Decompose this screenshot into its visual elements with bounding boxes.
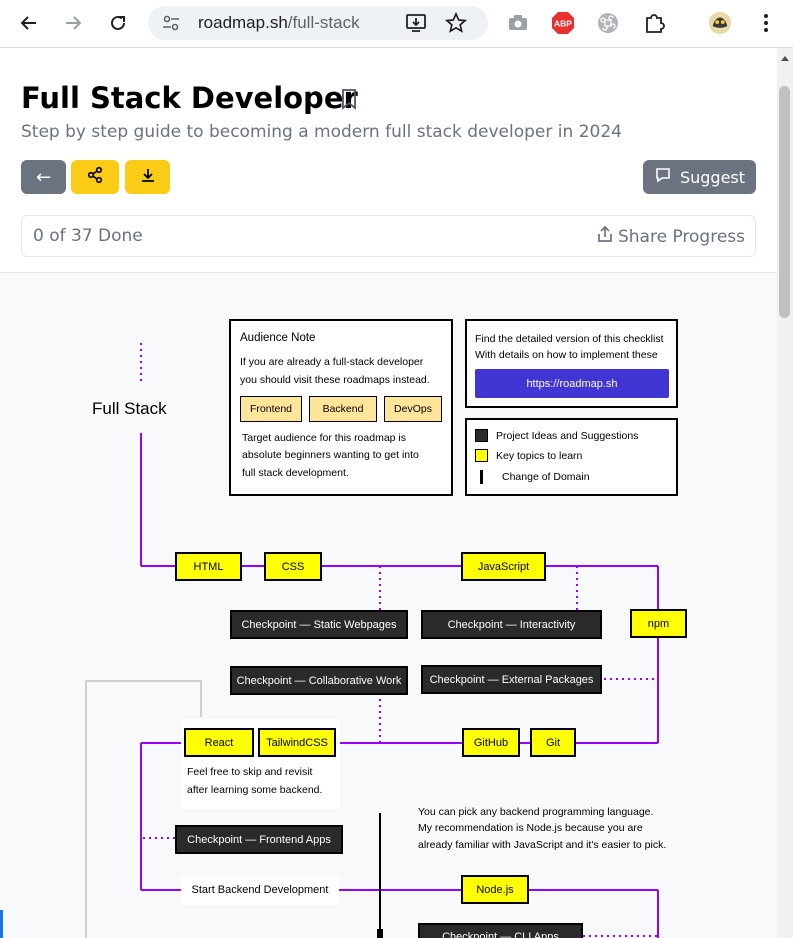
adblock-plus-icon[interactable]: ABP — [551, 11, 575, 35]
command-extension-icon[interactable] — [596, 11, 620, 35]
topic-css[interactable]: CSS — [264, 552, 322, 581]
legend-domain-change-label: Change of Domain — [502, 471, 590, 483]
topic-npm[interactable]: npm — [630, 609, 687, 638]
checkpoint-collaborative-work[interactable]: Checkpoint — Collaborative Work — [230, 666, 408, 695]
page-subtitle: Step by step guide to becoming a modern … — [21, 122, 622, 142]
topic-tailwindcss[interactable]: TailwindCSS — [258, 728, 336, 757]
roadmap-root-label: Full Stack — [92, 399, 167, 418]
audience-target-1: Target audience for this roadmap is — [242, 432, 407, 444]
address-bar[interactable]: roadmap.sh/full-stack — [148, 6, 488, 40]
profile-avatar-icon[interactable] — [708, 11, 732, 35]
back-button[interactable]: ← — [21, 160, 66, 194]
share-icon — [86, 166, 104, 188]
devops-roadmap-link[interactable]: DevOps — [384, 396, 442, 422]
frontend-roadmap-link[interactable]: Frontend — [240, 396, 302, 422]
audience-target-3: full stack development. — [242, 467, 349, 479]
topic-javascript[interactable]: JavaScript — [461, 552, 546, 581]
page-scrollbar[interactable] — [777, 48, 793, 938]
extensions-puzzle-icon[interactable] — [642, 11, 666, 35]
checkpoint-static-webpages[interactable]: Checkpoint — Static Webpages — [230, 610, 408, 639]
backend-lang-note-2: My recommendation is Node.js because you… — [418, 822, 643, 834]
page-title: Full Stack Developer — [21, 81, 358, 115]
checkpoint-frontend-apps[interactable]: Checkpoint — Frontend Apps — [175, 825, 343, 854]
checkpoint-external-packages[interactable]: Checkpoint — External Packages — [421, 665, 602, 694]
share-progress-button[interactable]: Share Progress — [597, 225, 745, 248]
legend-domain-change: Change of Domain — [480, 470, 590, 484]
audience-note-title: Audience Note — [240, 332, 316, 344]
browser-menu-icon[interactable] — [754, 11, 778, 35]
backend-roadmap-link[interactable]: Backend — [309, 396, 377, 422]
legend-key-topics-label: Key topics to learn — [496, 449, 583, 462]
back-arrow-icon[interactable] — [14, 9, 44, 37]
checkpoint-cli-apps[interactable]: Checkpoint — CLI Apps — [418, 923, 583, 938]
scrollbar-thumb[interactable] — [779, 86, 790, 318]
reload-icon[interactable] — [103, 9, 133, 37]
audience-note-intro-2: you should visit these roadmaps instead. — [240, 374, 430, 386]
topic-react[interactable]: React — [184, 728, 254, 757]
download-button[interactable] — [125, 160, 170, 194]
detailed-version-text-1: Find the detailed version of this checkl… — [475, 333, 664, 345]
camera-extension-icon[interactable] — [506, 11, 530, 35]
share-button[interactable] — [71, 160, 119, 194]
side-indicator — [0, 910, 3, 938]
share-progress-label: Share Progress — [617, 226, 745, 247]
site-settings-icon[interactable] — [162, 15, 180, 35]
detailed-version-box: Find the detailed version of this checkl… — [465, 319, 678, 408]
topic-github[interactable]: GitHub — [462, 728, 520, 757]
topic-nodejs[interactable]: Node.js — [461, 875, 529, 904]
checkpoint-interactivity[interactable]: Checkpoint — Interactivity — [421, 610, 602, 639]
legend-project-ideas: Project Ideas and Suggestions — [475, 429, 638, 442]
start-backend-label[interactable]: Start Backend Development — [181, 875, 339, 905]
domain-bar-swatch — [480, 470, 483, 484]
message-icon — [654, 166, 672, 188]
adblock-plus-label: ABP — [554, 19, 572, 29]
back-button-label: ← — [35, 166, 52, 188]
suggest-button[interactable]: Suggest — [643, 160, 756, 194]
suggest-label: Suggest — [679, 167, 746, 187]
dark-swatch — [475, 429, 488, 442]
progress-text: 0 of 37 Done — [33, 226, 143, 246]
audience-note-box: Audience Note If you are already a full-… — [229, 319, 453, 496]
audience-target-2: absolute beginners wanting to get into — [242, 449, 419, 461]
legend-key-topics: Key topics to learn — [475, 449, 582, 462]
install-app-icon[interactable] — [404, 11, 428, 35]
topic-html[interactable]: HTML — [175, 552, 242, 581]
url-path: /full-stack — [287, 13, 360, 32]
url-text: roadmap.sh/full-stack — [198, 13, 360, 33]
legend-box: Project Ideas and Suggestions Key topics… — [465, 418, 678, 496]
skip-note-1: Feel free to skip and revisit — [187, 766, 313, 778]
forward-arrow-icon[interactable] — [58, 9, 88, 37]
url-host: roadmap.sh — [198, 13, 288, 32]
topic-git[interactable]: Git — [530, 728, 576, 757]
bookmark-star-icon[interactable] — [444, 11, 468, 35]
share-upload-icon — [597, 225, 613, 248]
domain-change-marker — [377, 813, 383, 938]
yellow-swatch — [475, 449, 488, 462]
page-content: Full Stack Developer Step by step guide … — [0, 48, 777, 938]
roadmap-link-button[interactable]: https://roadmap.sh — [475, 369, 669, 398]
legend-project-ideas-label: Project Ideas and Suggestions — [496, 429, 639, 442]
backend-lang-note-3: already familiar with JavaScript and it'… — [418, 839, 667, 851]
scroll-up-arrow-icon[interactable] — [781, 56, 789, 61]
bookmark-icon[interactable] — [340, 88, 358, 114]
browser-toolbar: roadmap.sh/full-stack ABP — [0, 0, 793, 48]
download-icon — [140, 167, 156, 187]
roadmap-canvas: Full Stack Audience Note If you are alre… — [0, 272, 777, 938]
progress-bar: 0 of 37 Done Share Progress — [21, 215, 756, 257]
detailed-version-text-2: With details on how to implement these — [475, 349, 658, 361]
backend-lang-note-1: You can pick any backend programming lan… — [418, 806, 654, 818]
audience-note-intro-1: If you are already a full-stack develope… — [240, 356, 424, 368]
skip-note-2: after learning some backend. — [187, 784, 323, 796]
